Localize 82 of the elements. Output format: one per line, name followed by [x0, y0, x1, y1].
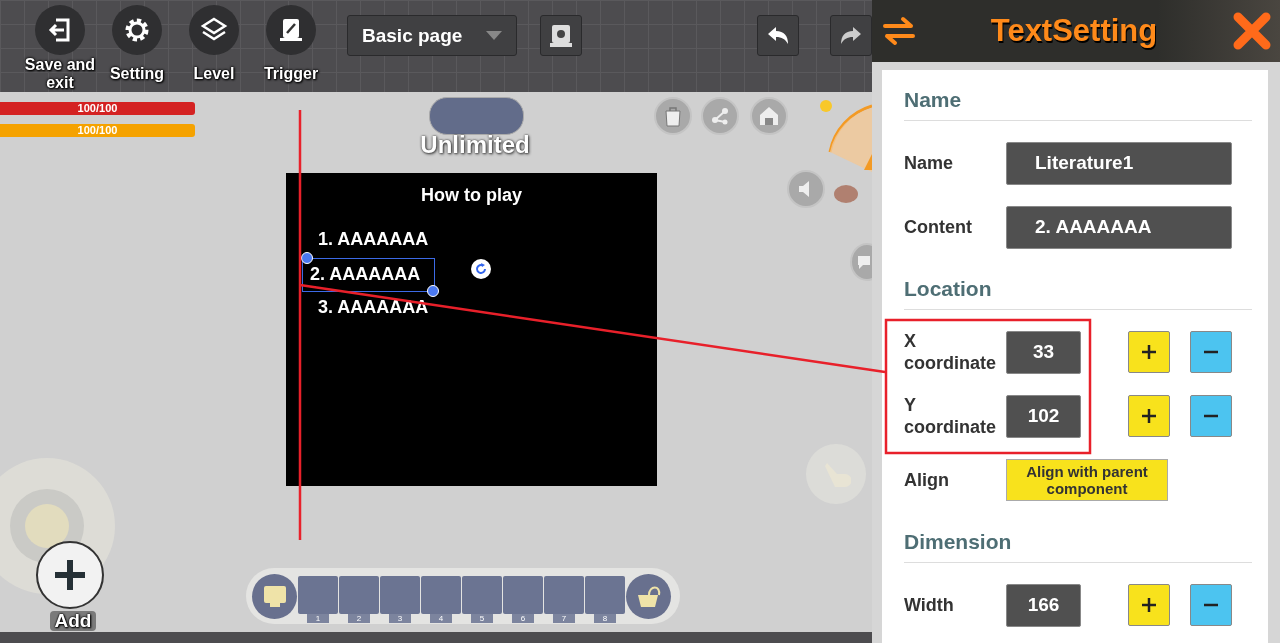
- slot-number: 4: [430, 613, 452, 623]
- field-label: Name: [904, 152, 955, 174]
- minus-icon: [1203, 414, 1219, 418]
- number-field[interactable]: 102: [1006, 394, 1081, 438]
- caret-icon: [486, 31, 502, 40]
- sun-icon: [820, 100, 832, 112]
- hotbar-slot[interactable]: [339, 575, 379, 614]
- mode-label: Unlimited: [419, 132, 531, 158]
- stat-reading: 100/100: [76, 102, 119, 115]
- redo-button[interactable]: [830, 15, 872, 56]
- swap-arrows-icon[interactable]: [882, 16, 916, 46]
- toolbar-label: Level: [192, 65, 236, 83]
- undo-icon: [766, 25, 790, 46]
- section-heading: Dimension: [904, 530, 1012, 554]
- home-icon: [758, 105, 780, 127]
- share-icon: [710, 106, 730, 126]
- section-heading: Name: [904, 88, 962, 112]
- increment-button[interactable]: [1128, 331, 1170, 373]
- plus-icon: [52, 557, 88, 593]
- chat-bubble-icon: [856, 254, 872, 270]
- shop-button[interactable]: [654, 97, 692, 135]
- slot-number: 5: [471, 613, 493, 623]
- page-settings-button[interactable]: [540, 15, 582, 56]
- hotbar-slot[interactable]: [380, 575, 420, 614]
- number-field[interactable]: 33: [1006, 330, 1081, 374]
- hotbar-slot[interactable]: [462, 575, 502, 614]
- canvas-text[interactable]: 1. AAAAAAA: [314, 226, 433, 252]
- add-label: Add: [50, 611, 96, 631]
- sound-button[interactable]: [787, 170, 825, 208]
- canvas-title: How to play: [420, 185, 523, 206]
- stat-reading: 100/100: [76, 124, 119, 137]
- backpack-button[interactable]: [626, 573, 671, 619]
- field-label: Y coordinate: [904, 394, 997, 438]
- add-button[interactable]: [36, 541, 104, 609]
- hotbar-slot[interactable]: [503, 575, 543, 614]
- rotate-icon[interactable]: [471, 259, 491, 279]
- increment-button[interactable]: [1128, 395, 1170, 437]
- panel-title: TextSetting: [989, 13, 1159, 49]
- slot-number: 7: [553, 613, 575, 623]
- field-label: Content: [904, 216, 973, 238]
- hotbar-slot[interactable]: [585, 575, 625, 614]
- plus-icon: [1141, 408, 1157, 424]
- close-icon: [1232, 11, 1272, 51]
- hotbar-slot[interactable]: [421, 575, 461, 614]
- exit-button[interactable]: [35, 5, 85, 55]
- toolbar-label: Trigger: [262, 65, 320, 83]
- plus-icon: [1141, 597, 1157, 613]
- slot-number: 8: [594, 613, 616, 623]
- minus-icon: [1203, 603, 1219, 607]
- number-field[interactable]: 166: [1006, 583, 1081, 627]
- undo-button[interactable]: [757, 15, 799, 56]
- slot-number: 1: [307, 613, 329, 623]
- layers-button[interactable]: [189, 5, 239, 55]
- increment-button[interactable]: [1128, 584, 1170, 626]
- close-button[interactable]: [1232, 11, 1272, 51]
- slot-number: 2: [348, 613, 370, 623]
- trigger-button[interactable]: [266, 5, 316, 55]
- slot-number: 3: [389, 613, 411, 623]
- hotbar-slot[interactable]: [298, 575, 338, 614]
- field-label: Width: [904, 594, 955, 616]
- redo-icon: [839, 25, 863, 46]
- share-button[interactable]: [701, 97, 739, 135]
- page-dropdown[interactable]: Basic page: [347, 15, 517, 56]
- minus-icon: [1203, 350, 1219, 354]
- field-label: X coordinate: [904, 330, 997, 374]
- home-button[interactable]: [750, 97, 788, 135]
- resize-handle[interactable]: [301, 252, 313, 264]
- plus-icon: [1141, 344, 1157, 360]
- settings-button[interactable]: [112, 5, 162, 55]
- text-field[interactable]: 2. AAAAAAA: [1006, 205, 1232, 249]
- toolbar-label: Setting: [108, 65, 166, 83]
- text-field[interactable]: Literature1: [1006, 141, 1232, 185]
- hotbar-slot[interactable]: [544, 575, 584, 614]
- section-heading: Location: [904, 277, 992, 301]
- slot-number: 6: [512, 613, 534, 623]
- field-label: Align: [904, 469, 950, 491]
- canvas-text[interactable]: 3. AAAAAAA: [314, 294, 433, 320]
- resize-handle[interactable]: [427, 285, 439, 297]
- align-button[interactable]: Align with parent component: [1006, 459, 1168, 501]
- emote-button[interactable]: [252, 573, 297, 619]
- settings-icon: [123, 16, 151, 44]
- toolbar-label: Save and exit: [23, 56, 97, 92]
